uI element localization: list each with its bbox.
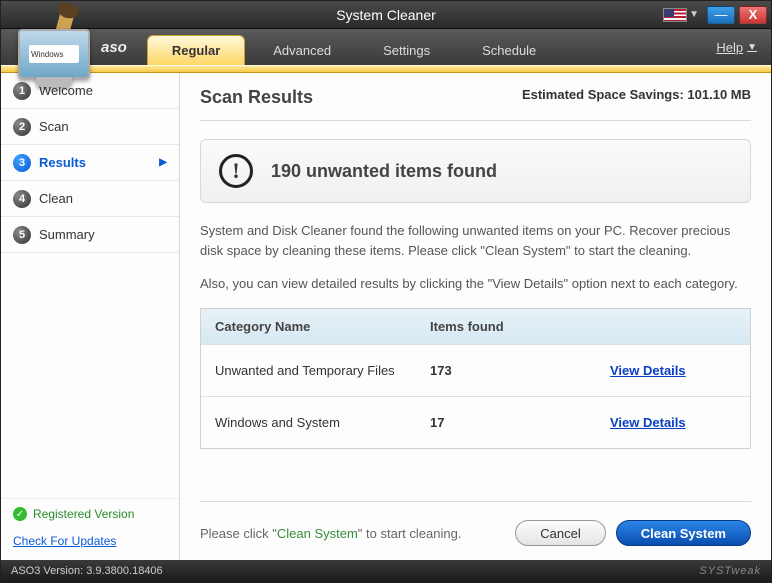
app-window: System Cleaner ▼ — X Windows aso Regular… — [0, 0, 772, 583]
tab-schedule[interactable]: Schedule — [458, 35, 560, 65]
tab-regular[interactable]: Regular — [147, 35, 245, 65]
statusbar: ASO3 Version: 3.9.3800.18406 SYSTweak — [1, 560, 771, 582]
cancel-button[interactable]: Cancel — [515, 520, 605, 546]
step-label: Summary — [39, 227, 95, 242]
step-number-icon: 3 — [13, 154, 31, 172]
hint-pre: Please click " — [200, 526, 277, 541]
dropdown-arrow-icon: ▼ — [689, 9, 699, 20]
view-details-link[interactable]: View Details — [610, 415, 686, 430]
chevron-right-icon: ▶ — [159, 157, 167, 168]
check-circle-icon: ✓ — [13, 507, 27, 521]
cell-items-found: 173 — [430, 363, 610, 378]
flag-usa-icon — [663, 8, 687, 22]
sidebar-step-clean[interactable]: 4 Clean — [1, 181, 179, 217]
sidebar: 1 Welcome 2 Scan 3 Results ▶ 4 Clean 5 S… — [1, 73, 179, 560]
description-text-2: Also, you can view detailed results by c… — [200, 274, 751, 294]
brand-text: aso — [101, 39, 127, 56]
space-savings-estimate: Estimated Space Savings: 101.10 MB — [522, 87, 751, 102]
page-title: Scan Results — [200, 87, 313, 108]
check-updates-link[interactable]: Check For Updates — [13, 534, 116, 548]
step-label: Clean — [39, 191, 73, 206]
tab-advanced[interactable]: Advanced — [249, 35, 355, 65]
tab-label: Schedule — [482, 43, 536, 58]
table-row: Unwanted and Temporary Files 173 View De… — [201, 344, 750, 396]
step-number-icon: 2 — [13, 118, 31, 136]
clean-system-button[interactable]: Clean System — [616, 520, 751, 546]
step-number-icon: 5 — [13, 226, 31, 244]
check-updates-area: Check For Updates — [1, 529, 179, 560]
step-label: Scan — [39, 119, 69, 134]
main-panel: Scan Results Estimated Space Savings: 10… — [179, 73, 771, 560]
tab-label: Settings — [383, 43, 430, 58]
minimize-icon: — — [715, 7, 728, 22]
step-number-icon: 4 — [13, 190, 31, 208]
cell-category: Windows and System — [215, 415, 430, 430]
close-icon: X — [749, 7, 758, 22]
estimate-label: Estimated Space Savings: — [522, 87, 687, 102]
estimate-value: 101.10 MB — [687, 87, 751, 102]
cell-category: Unwanted and Temporary Files — [215, 363, 430, 378]
button-label: Cancel — [540, 526, 580, 541]
windows-badge: Windows — [29, 45, 79, 63]
sidebar-step-summary[interactable]: 5 Summary — [1, 217, 179, 253]
minimize-button[interactable]: — — [707, 6, 735, 24]
titlebar-controls: ▼ — X — [663, 6, 767, 24]
description-text-1: System and Disk Cleaner found the follow… — [200, 221, 751, 260]
table-header: Category Name Items found — [201, 309, 750, 344]
dropdown-arrow-icon: ▼ — [747, 42, 757, 53]
cell-items-found: 17 — [430, 415, 610, 430]
app-logo: Windows — [9, 23, 99, 95]
footer-hint-text: Please click "Clean System" to start cle… — [200, 526, 461, 541]
column-header-items: Items found — [430, 319, 610, 334]
table-row: Windows and System 17 View Details — [201, 396, 750, 448]
view-details-link[interactable]: View Details — [610, 363, 686, 378]
vendor-brand: SYSTweak — [699, 565, 761, 577]
content-area: 1 Welcome 2 Scan 3 Results ▶ 4 Clean 5 S… — [1, 73, 771, 560]
version-text: ASO3 Version: 3.9.3800.18406 — [11, 565, 163, 577]
sidebar-step-results[interactable]: 3 Results ▶ — [1, 145, 179, 181]
tab-settings[interactable]: Settings — [359, 35, 454, 65]
scan-summary-alert: ! 190 unwanted items found — [200, 139, 751, 203]
sidebar-step-scan[interactable]: 2 Scan — [1, 109, 179, 145]
close-button[interactable]: X — [739, 6, 767, 24]
main-toolbar: Windows aso Regular Advanced Settings Sc… — [1, 29, 771, 65]
hint-mid: Clean System — [277, 526, 358, 541]
help-menu[interactable]: Help ▼ — [710, 40, 763, 55]
accent-bar — [1, 65, 771, 73]
step-label: Results — [39, 155, 86, 170]
alert-headline: 190 unwanted items found — [271, 161, 497, 182]
language-selector[interactable]: ▼ — [663, 8, 703, 22]
titlebar: System Cleaner ▼ — X — [1, 1, 771, 29]
footer-buttons: Cancel Clean System — [515, 520, 751, 546]
footer-area: Please click "Clean System" to start cle… — [200, 501, 751, 546]
hint-post: " to start cleaning. — [358, 526, 462, 541]
help-label: Help — [716, 40, 743, 55]
column-header-category: Category Name — [215, 319, 430, 334]
main-header: Scan Results Estimated Space Savings: 10… — [200, 87, 751, 121]
results-table: Category Name Items found Unwanted and T… — [200, 308, 751, 449]
tab-label: Advanced — [273, 43, 331, 58]
registered-status: ✓ Registered Version — [1, 498, 179, 529]
monitor-icon: Windows — [18, 29, 90, 79]
tab-label: Regular — [172, 43, 220, 58]
registered-label: Registered Version — [33, 507, 134, 521]
button-label: Clean System — [641, 526, 726, 541]
window-title: System Cleaner — [5, 7, 767, 23]
exclamation-circle-icon: ! — [219, 154, 253, 188]
